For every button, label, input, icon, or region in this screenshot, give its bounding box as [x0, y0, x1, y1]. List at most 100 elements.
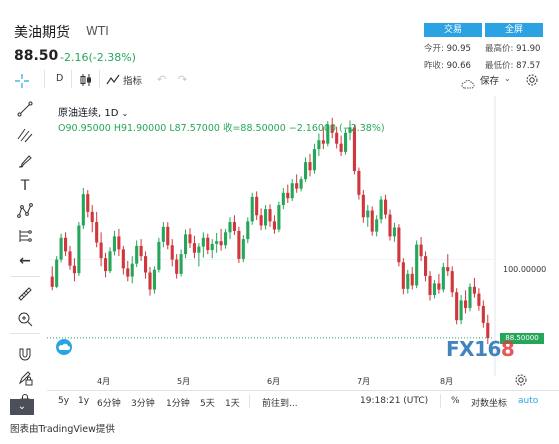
candle	[104, 252, 108, 278]
fullscreen-button[interactable]: 全屏	[485, 23, 543, 37]
candle	[459, 294, 463, 325]
candle	[175, 254, 179, 279]
log-scale-toggle[interactable]: 对数坐标	[471, 396, 507, 409]
candle	[139, 239, 143, 261]
candle	[152, 266, 156, 294]
series-legend: 原油连续, 1D ⌄	[58, 104, 128, 119]
candles-icon[interactable]	[80, 72, 92, 86]
candle	[464, 290, 468, 314]
today-open-label: 今开:	[424, 44, 444, 54]
percent-toggle[interactable]: %	[451, 396, 460, 406]
candle	[317, 133, 321, 156]
candle	[135, 240, 139, 268]
candle	[108, 247, 112, 274]
redo-icon[interactable]: ↷	[178, 73, 187, 86]
magnet-icon[interactable]	[14, 344, 36, 364]
text-tool-icon[interactable]: T	[14, 176, 36, 196]
candle	[192, 235, 196, 259]
candle	[197, 243, 201, 267]
brush-icon[interactable]	[14, 151, 36, 171]
interval-selector[interactable]: D	[56, 73, 63, 84]
candle	[81, 188, 85, 229]
range-6m[interactable]: 6分钟	[97, 396, 121, 409]
candle	[304, 157, 308, 182]
prediction-icon[interactable]	[14, 226, 36, 246]
candle	[246, 217, 250, 244]
candle	[366, 205, 370, 227]
range-5y[interactable]: 5y	[58, 396, 69, 406]
candle	[397, 224, 401, 267]
candle	[77, 222, 81, 276]
pattern-icon[interactable]	[14, 201, 36, 221]
candle	[121, 245, 125, 275]
candle	[224, 228, 228, 249]
candle	[339, 135, 343, 156]
candle	[55, 256, 59, 289]
prev-close-stat: 昨收: 90.66	[424, 59, 471, 71]
candle	[201, 232, 205, 258]
fib-tool-icon[interactable]	[14, 125, 36, 145]
candle	[215, 232, 219, 253]
high-label: 最高价:	[485, 44, 514, 54]
candle	[219, 228, 223, 251]
candle	[144, 251, 148, 279]
collapse-toolbar-button[interactable]: ⌄	[10, 399, 34, 415]
low-value: 87.57	[516, 61, 541, 71]
prev-close-value: 90.66	[446, 61, 471, 71]
candle	[446, 254, 450, 276]
candle	[370, 206, 374, 236]
candle	[392, 222, 396, 242]
candle	[68, 245, 72, 270]
candle	[375, 215, 379, 237]
axis-settings-icon[interactable]	[514, 372, 528, 386]
candle	[184, 229, 188, 259]
candle	[295, 174, 299, 193]
low-stat: 最低价: 87.57	[485, 59, 540, 71]
candle	[312, 143, 316, 174]
range-5d[interactable]: 5天	[200, 396, 215, 409]
indicators-icon[interactable]	[106, 72, 120, 86]
candle	[148, 267, 152, 296]
indicators-button[interactable]: 指标	[123, 73, 142, 87]
candle	[357, 167, 361, 200]
gear-icon[interactable]	[525, 72, 539, 86]
candle	[157, 237, 161, 273]
candle	[50, 266, 54, 291]
candle	[228, 217, 232, 240]
lock-pencil-icon[interactable]	[14, 368, 36, 388]
range-1y[interactable]: 1y	[78, 396, 89, 406]
candle	[166, 222, 170, 250]
candle	[99, 232, 103, 267]
chevron-down-icon[interactable]: ⌄	[122, 109, 129, 118]
arrow-left-icon[interactable]: ←	[14, 251, 36, 271]
candle	[401, 258, 405, 295]
candle	[286, 184, 290, 203]
candle	[95, 211, 99, 248]
range-1m[interactable]: 1分钟	[166, 396, 190, 409]
auto-scale-toggle[interactable]: auto	[518, 396, 538, 406]
candle	[86, 190, 90, 218]
candle	[272, 215, 276, 234]
candle	[241, 235, 245, 263]
clock-display[interactable]: 19:18:21 (UTC)	[360, 396, 428, 406]
trade-button[interactable]: 交易	[424, 23, 482, 37]
cloud-toggle-icon[interactable]	[56, 339, 72, 355]
crosshair-icon[interactable]	[15, 73, 29, 88]
ruler-icon[interactable]	[14, 284, 36, 304]
trend-line-icon[interactable]	[14, 99, 36, 119]
save-button[interactable]: 保存	[480, 73, 499, 87]
zoom-in-icon[interactable]	[14, 309, 36, 329]
candle	[472, 277, 476, 298]
high-stat: 最高价: 91.90	[485, 42, 540, 54]
chevron-down-icon[interactable]: ⌄	[504, 74, 511, 83]
candle	[477, 288, 481, 311]
undo-icon[interactable]: ↶	[157, 73, 166, 86]
range-3m[interactable]: 3分钟	[131, 396, 155, 409]
cloud-icon[interactable]	[461, 74, 475, 89]
candle	[290, 179, 294, 201]
goto-date-button[interactable]: 前往到...	[262, 396, 298, 409]
x-axis-label: 4月	[97, 377, 111, 386]
today-open-value: 90.95	[446, 44, 471, 54]
candle	[450, 266, 454, 298]
range-1d[interactable]: 1天	[225, 396, 240, 409]
